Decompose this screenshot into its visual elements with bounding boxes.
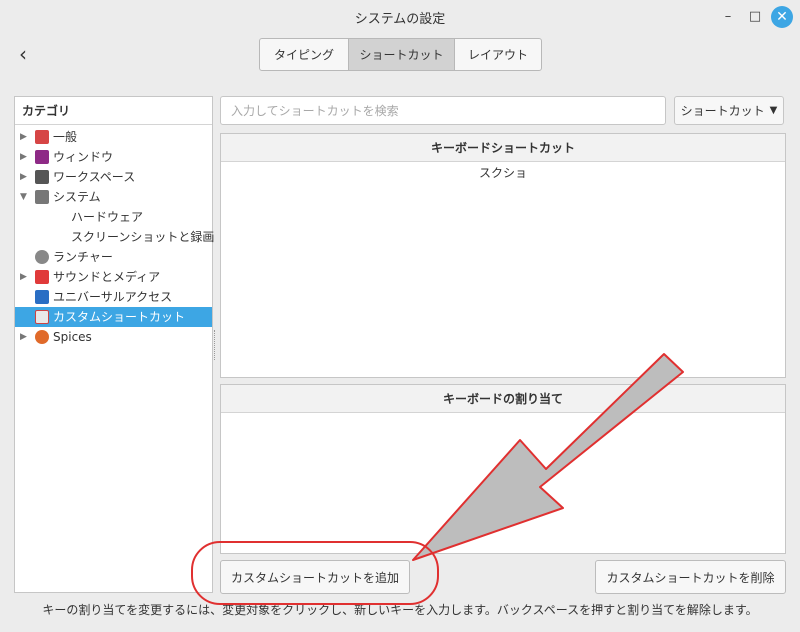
keyboard-shortcuts-panel: キーボードショートカット スクショ — [220, 133, 786, 378]
sidebar-item[interactable]: ランチャー — [15, 247, 212, 267]
sidebar-item[interactable]: ▶ ウィンドウ — [15, 147, 212, 167]
triangle-down-icon: ▼ — [769, 105, 778, 116]
sidebar-item-label: ユニバーサルアクセス — [53, 290, 173, 304]
sidebar-item-label: スクリーンショットと録画 — [71, 230, 215, 244]
general-icon — [35, 130, 49, 144]
sidebar-item-label: ウィンドウ — [53, 150, 114, 164]
sidebar-item[interactable]: ▶ Spices — [15, 327, 212, 347]
dropdown-label: ショートカット — [680, 104, 765, 118]
sidebar-item[interactable]: ▶ サウンドとメディア — [15, 267, 212, 287]
sidebar-item-label: カスタムショートカット — [53, 310, 186, 324]
collapsed-arrow-icon[interactable]: ▶ — [20, 147, 27, 167]
back-button[interactable]: ‹ — [12, 42, 34, 68]
sound-media-icon — [35, 270, 49, 284]
custom-shortcut-icon — [35, 310, 49, 324]
shortcut-row[interactable]: スクショ — [221, 162, 785, 184]
hint-text: キーの割り当てを変更するには、変更対象をクリックし、新しいキーを入力します。バッ… — [42, 603, 758, 617]
keyboard-bindings-header: キーボードの割り当て — [221, 385, 785, 413]
pane-splitter[interactable] — [214, 330, 218, 360]
collapsed-arrow-icon[interactable]: ▶ — [20, 127, 27, 147]
tab-layout[interactable]: レイアウト — [455, 39, 541, 70]
tab-bar: タイピング ショートカット レイアウト — [259, 38, 542, 71]
category-tree: ▶ 一般 ▶ ウィンドウ ▶ ワークスペース ▼ システムハードウェアスクリーンショットと録画… — [15, 125, 215, 347]
sidebar-item-label: 一般 — [53, 130, 78, 144]
sidebar-item[interactable]: ハードウェア — [15, 207, 212, 227]
sidebar-item-label: ハードウェア — [71, 210, 144, 224]
window-title: システムの設定 — [354, 12, 446, 27]
accessibility-icon — [35, 290, 49, 304]
sidebar-item-label: システム — [53, 190, 101, 204]
close-icon: ✕ — [776, 9, 788, 25]
tab-typing[interactable]: タイピング — [260, 39, 349, 70]
spices-icon — [35, 330, 49, 344]
chevron-left-icon: ‹ — [19, 42, 27, 66]
sidebar-item-label: ランチャー — [53, 250, 113, 264]
keyboard-bindings-panel: キーボードの割り当て — [220, 384, 786, 554]
minimize-button[interactable]: – — [718, 7, 738, 27]
sidebar-item[interactable]: ▶ 一般 — [15, 127, 212, 147]
category-sidebar: カテゴリ ▶ 一般 ▶ ウィンドウ ▶ ワークスペース ▼ システムハードウェアスクリーンショ… — [14, 96, 215, 593]
search-input[interactable] — [220, 96, 666, 125]
sidebar-item-label: サウンドとメディア — [53, 270, 161, 284]
system-icon — [35, 190, 49, 204]
shortcut-filter-dropdown[interactable]: ショートカット ▼ — [674, 96, 784, 125]
collapsed-arrow-icon[interactable]: ▶ — [20, 267, 27, 287]
sidebar-item-label: Spices — [53, 330, 92, 344]
maximize-button[interactable]: □ — [745, 7, 765, 27]
close-button[interactable]: ✕ — [771, 6, 793, 28]
add-custom-shortcut-button[interactable]: カスタムショートカットを追加 — [220, 560, 410, 594]
launcher-icon — [35, 250, 49, 264]
sidebar-item[interactable]: ▼ システム — [15, 187, 212, 207]
collapsed-arrow-icon[interactable]: ▶ — [20, 167, 27, 187]
sidebar-header: カテゴリ — [15, 97, 212, 125]
workspace-icon — [35, 170, 49, 184]
sidebar-item-label: ワークスペース — [53, 170, 136, 184]
expanded-arrow-icon[interactable]: ▼ — [20, 187, 27, 207]
collapsed-arrow-icon[interactable]: ▶ — [20, 327, 27, 347]
windows-icon — [35, 150, 49, 164]
title-bar: システムの設定 – □ ✕ — [0, 0, 800, 34]
sidebar-item[interactable]: カスタムショートカット — [15, 307, 212, 327]
sidebar-item[interactable]: ▶ ワークスペース — [15, 167, 212, 187]
tab-shortcuts[interactable]: ショートカット — [349, 39, 455, 70]
sidebar-item[interactable]: スクリーンショットと録画 — [15, 227, 215, 247]
keyboard-shortcuts-header: キーボードショートカット — [221, 134, 785, 162]
sidebar-item[interactable]: ユニバーサルアクセス — [15, 287, 212, 307]
remove-custom-shortcut-button[interactable]: カスタムショートカットを削除 — [595, 560, 786, 594]
